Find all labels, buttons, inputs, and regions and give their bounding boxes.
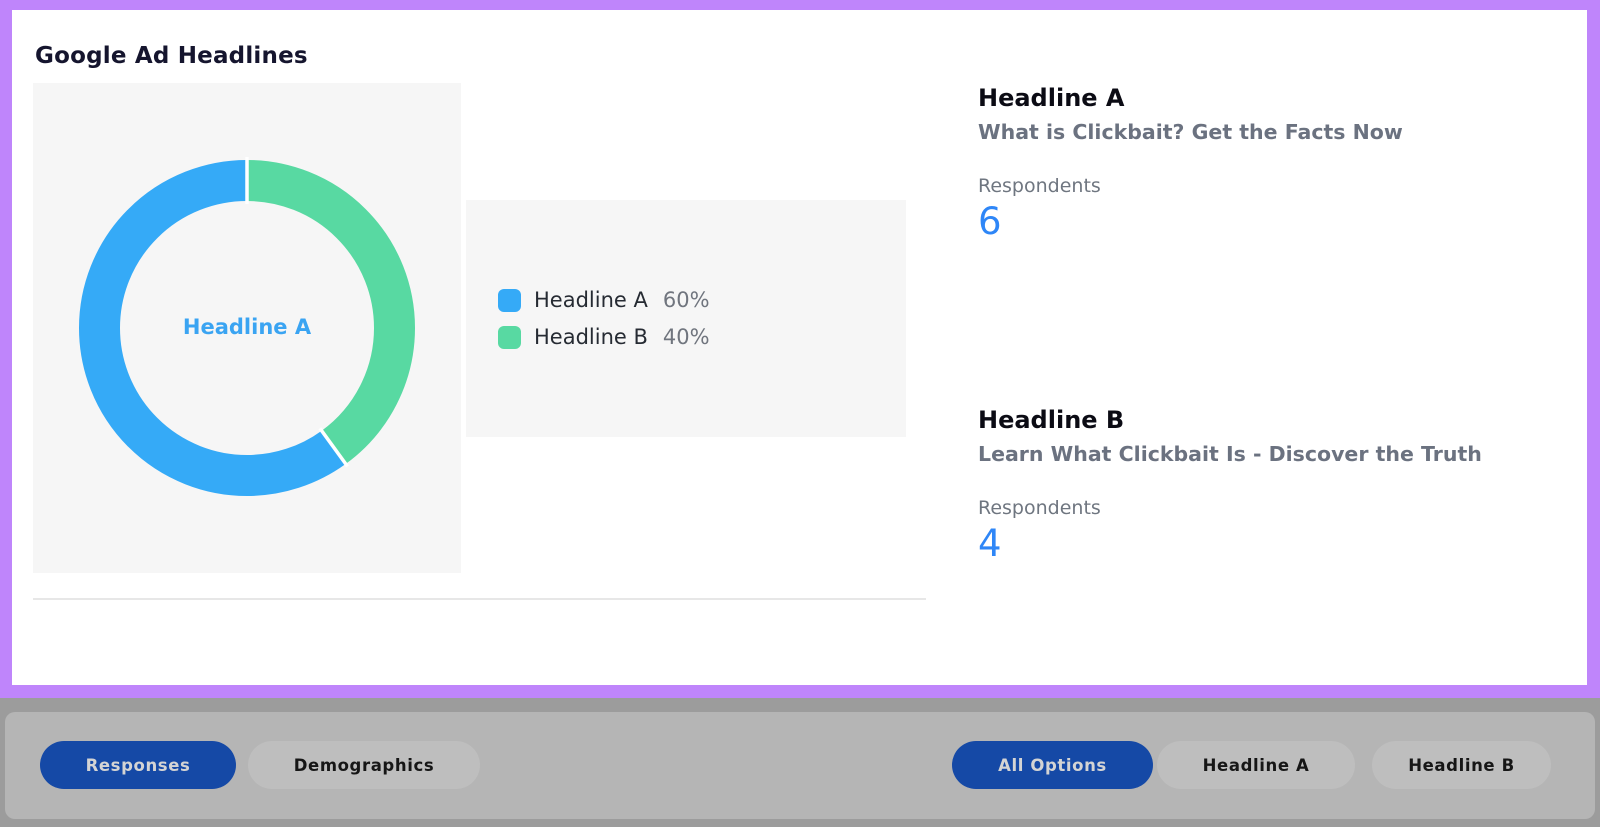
legend-percentage: 60%	[663, 288, 710, 312]
donut-center-label: Headline A	[137, 315, 357, 339]
legend-item[interactable]: Headline B 40%	[498, 325, 906, 349]
section-divider	[33, 598, 926, 600]
legend-swatch-headline-a	[498, 289, 521, 312]
tab-responses[interactable]: Responses	[40, 741, 236, 789]
result-headline-a: Headline A What is Clickbait? Get the Fa…	[978, 83, 1568, 244]
footer-panel: Responses Demographics All Options Headl…	[5, 712, 1595, 819]
result-headline-text: What is Clickbait? Get the Facts Now	[978, 118, 1568, 146]
legend-label: Headline A	[534, 288, 648, 312]
legend-label: Headline B	[534, 325, 648, 349]
tab-headline-b[interactable]: Headline B	[1372, 741, 1551, 789]
respondents-label: Respondents	[978, 173, 1568, 199]
chart-legend: Headline A 60% Headline B 40%	[466, 200, 906, 437]
tab-all-options[interactable]: All Options	[952, 741, 1153, 789]
result-headline-b: Headline B Learn What Clickbait Is - Dis…	[978, 405, 1568, 566]
result-option-title: Headline A	[978, 83, 1568, 113]
page-title: Google Ad Headlines	[35, 43, 308, 69]
legend-swatch-headline-b	[498, 326, 521, 349]
footer-bar: Responses Demographics All Options Headl…	[0, 698, 1600, 827]
respondents-label: Respondents	[978, 495, 1568, 521]
result-headline-text: Learn What Clickbait Is - Discover the T…	[978, 440, 1568, 468]
legend-percentage: 40%	[663, 325, 710, 349]
respondents-count: 6	[978, 200, 1568, 244]
respondents-count: 4	[978, 522, 1568, 566]
results-card: Google Ad Headlines Headline A Headline …	[12, 10, 1587, 685]
tab-demographics[interactable]: Demographics	[248, 741, 480, 789]
legend-item[interactable]: Headline A 60%	[498, 288, 906, 312]
purple-frame: Google Ad Headlines Headline A Headline …	[0, 0, 1600, 698]
result-option-title: Headline B	[978, 405, 1568, 435]
donut-chart-panel: Headline A	[33, 83, 461, 573]
tab-headline-a[interactable]: Headline A	[1157, 741, 1355, 789]
